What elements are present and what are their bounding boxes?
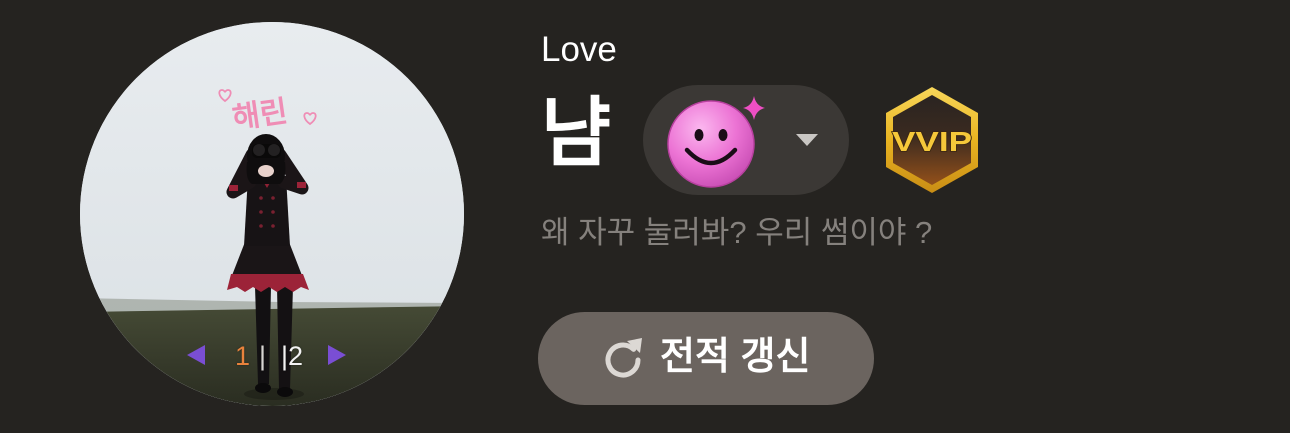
badge-label: VVIP xyxy=(892,126,972,157)
pager-current-page: 1 xyxy=(235,341,251,371)
sparkle-icon xyxy=(743,96,765,120)
avatar-photo: 해린 xyxy=(80,22,464,406)
caret-down-icon xyxy=(796,134,818,146)
refresh-record-button[interactable]: 전적 갱신 xyxy=(538,312,874,405)
avatar-scene: 해린 xyxy=(80,22,464,406)
pager-divider: | xyxy=(259,341,267,371)
vvip-badge: VVIP xyxy=(886,87,978,193)
prev-page-icon[interactable] xyxy=(186,344,206,366)
status-message: 왜 자꾸 눌러봐? 우리 썸이야 ? xyxy=(541,215,933,250)
pink-smiley-face-icon xyxy=(667,96,765,188)
pager-total-pages: |2 xyxy=(281,341,304,371)
profile-name: 냠 xyxy=(541,91,611,176)
profile-tag: Love xyxy=(541,30,617,69)
refresh-icon xyxy=(605,338,642,378)
next-page-icon[interactable] xyxy=(327,344,347,366)
refresh-button-label: 전적 갱신 xyxy=(660,336,811,378)
emoji-selector-button[interactable] xyxy=(643,85,849,195)
